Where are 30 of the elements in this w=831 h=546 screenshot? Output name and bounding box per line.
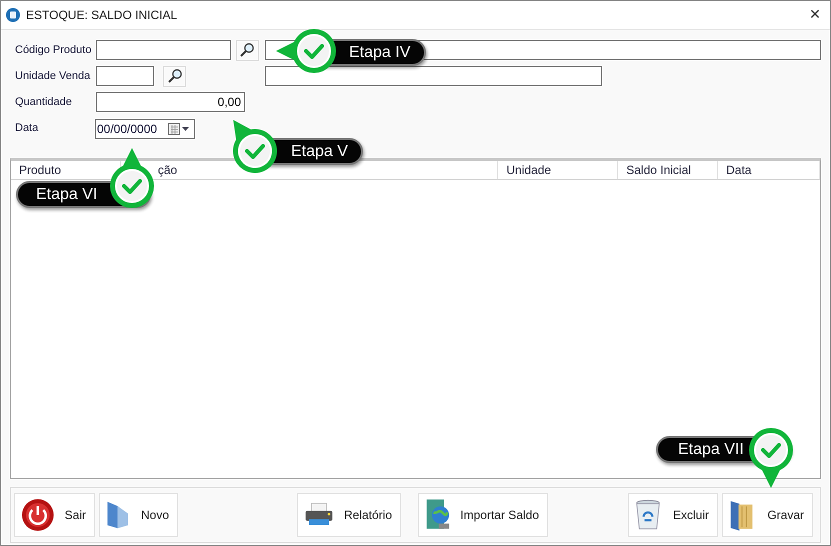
- recycle-bin-icon: [635, 498, 661, 532]
- field-label: Data: [14, 122, 40, 134]
- calendar-icon: [168, 123, 190, 135]
- app-icon: [6, 8, 20, 22]
- action-button[interactable]: Novo: [99, 493, 178, 537]
- date-picker[interactable]: 00/00/0000: [95, 119, 195, 139]
- action-button[interactable]: Excluir: [628, 493, 718, 537]
- search-icon: [239, 42, 256, 58]
- action-button[interactable]: Gravar: [722, 493, 813, 537]
- search-icon: [166, 68, 182, 84]
- field-label: Quantidade: [14, 96, 73, 108]
- input-field[interactable]: [96, 66, 154, 86]
- description-field[interactable]: [265, 66, 602, 86]
- window-title: ESTOQUE: SALDO INICIAL: [26, 8, 178, 22]
- field-label: Unidade Venda: [14, 70, 92, 82]
- column-header[interactable]: ção: [158, 163, 178, 177]
- column-header[interactable]: Unidade: [506, 163, 552, 177]
- column-header[interactable]: Saldo Inicial: [626, 163, 691, 177]
- action-button[interactable]: Sair: [14, 493, 95, 537]
- column-header[interactable]: Produto: [19, 163, 62, 177]
- close-button[interactable]: ✕: [800, 2, 830, 28]
- quantity-field[interactable]: 0,00: [96, 92, 245, 112]
- field-label: Código Produto: [14, 44, 92, 56]
- input-field[interactable]: [96, 40, 231, 60]
- power-icon: [21, 498, 55, 532]
- search-button[interactable]: [236, 40, 259, 60]
- action-button[interactable]: Importar Saldo: [418, 493, 548, 537]
- action-button[interactable]: Relatório: [297, 493, 401, 537]
- search-button[interactable]: [163, 66, 186, 86]
- column-header[interactable]: Data: [726, 163, 752, 177]
